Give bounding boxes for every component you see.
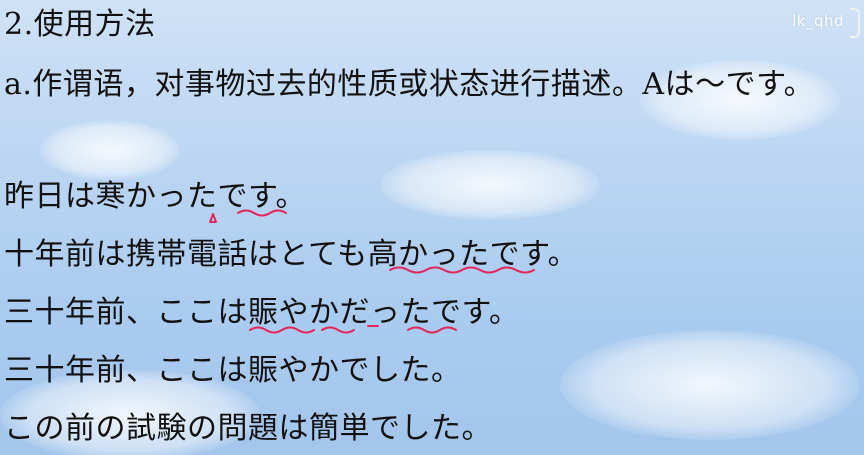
underline-squiggle (249, 326, 315, 334)
handwritten-annotations (209, 209, 535, 334)
underline-squiggle (321, 326, 355, 334)
underline-squiggle (389, 266, 535, 274)
underline-squiggle (209, 213, 217, 223)
underline-squiggle (237, 209, 287, 217)
underline-squiggle (407, 326, 457, 334)
